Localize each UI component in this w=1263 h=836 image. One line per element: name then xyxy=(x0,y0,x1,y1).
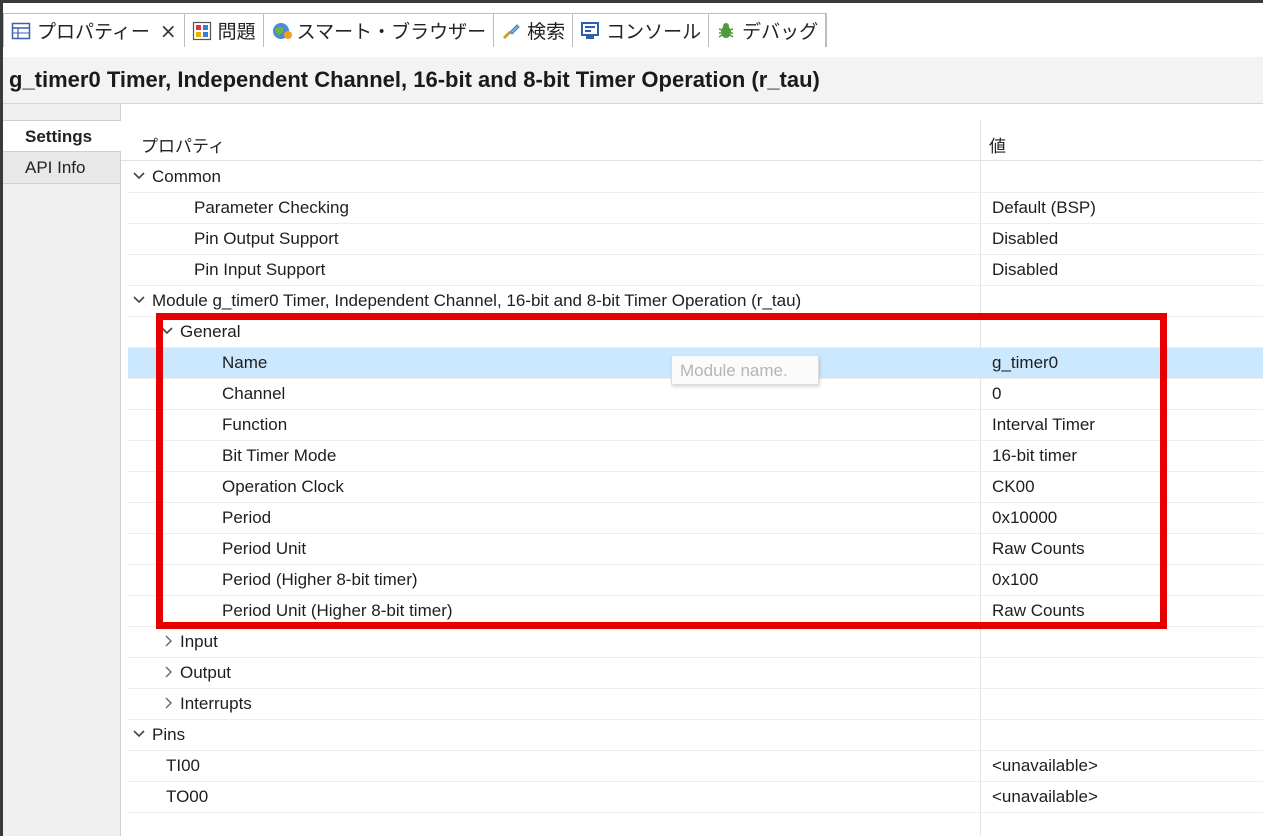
row-label: Pins xyxy=(152,725,186,744)
table-header: プロパティ 値 xyxy=(121,120,1263,161)
row-value: 16-bit timer xyxy=(992,446,1078,465)
row-label: TI00 xyxy=(166,756,201,775)
table-row[interactable]: Output xyxy=(128,658,1263,689)
row-label: Period Unit xyxy=(222,539,307,558)
table-row[interactable]: Period (Higher 8-bit timer) 0x100 xyxy=(128,565,1263,596)
console-icon xyxy=(580,21,600,41)
row-label: Pin Input Support xyxy=(194,260,326,279)
table-row[interactable]: Input xyxy=(128,627,1263,658)
row-label: Name xyxy=(222,353,268,372)
chevron-down-icon[interactable] xyxy=(132,166,146,186)
tab-properties[interactable]: プロパティー × xyxy=(4,14,185,47)
table-row[interactable]: Bit Timer Mode 16-bit timer xyxy=(128,441,1263,472)
row-label: Output xyxy=(180,663,232,682)
row-label: General xyxy=(180,322,241,341)
tab-debug-label: デバッグ xyxy=(742,21,819,43)
row-label: Period (Higher 8-bit timer) xyxy=(222,570,418,589)
table-row[interactable]: Pin Output Support Disabled xyxy=(128,224,1263,255)
chevron-down-icon[interactable] xyxy=(132,290,146,310)
properties-table: プロパティ 値 Common Parameter Checking Defaul… xyxy=(121,120,1263,836)
row-value: 0x100 xyxy=(992,570,1039,589)
page-title-bar: g_timer0 Timer, Independent Channel, 16-… xyxy=(3,57,1263,104)
tab-search-label: 検索 xyxy=(527,21,566,43)
row-value: Default (BSP) xyxy=(992,198,1096,217)
row-label: Period xyxy=(222,508,272,527)
properties-icon xyxy=(11,21,31,41)
row-value: 0x10000 xyxy=(992,508,1058,527)
table-row[interactable]: Module g_timer0 Timer, Independent Chann… xyxy=(128,286,1263,317)
page-title: g_timer0 Timer, Independent Channel, 16-… xyxy=(9,67,820,92)
tab-smart-browser-label: スマート・ブラウザー xyxy=(296,21,487,43)
tooltip: Module name. xyxy=(671,355,819,385)
tab-properties-label: プロパティー xyxy=(37,21,150,43)
tab-problems-label: 問題 xyxy=(217,21,256,43)
table-row[interactable]: Common xyxy=(128,162,1263,193)
tab-console-label: コンソール xyxy=(606,21,702,43)
row-label: Operation Clock xyxy=(222,477,344,496)
chevron-down-icon[interactable] xyxy=(160,321,174,341)
row-value: <unavailable> xyxy=(992,787,1098,806)
row-label: Interrupts xyxy=(180,694,252,713)
debug-icon xyxy=(716,21,736,41)
row-value: Disabled xyxy=(992,229,1059,248)
row-label: Bit Timer Mode xyxy=(222,446,337,465)
table-row[interactable]: Operation Clock CK00 xyxy=(128,472,1263,503)
chevron-down-icon[interactable] xyxy=(132,724,146,744)
chevron-right-icon[interactable] xyxy=(162,631,176,651)
chevron-right-icon[interactable] xyxy=(162,662,176,682)
column-header-property[interactable]: プロパティ xyxy=(141,132,225,157)
close-icon[interactable]: × xyxy=(160,19,177,43)
table-row[interactable]: General xyxy=(128,317,1263,348)
table-row[interactable]: Pins xyxy=(128,720,1263,751)
tab-debug[interactable]: デバッグ xyxy=(709,14,827,47)
row-label: Parameter Checking xyxy=(194,198,349,217)
row-label: Period Unit (Higher 8-bit timer) xyxy=(222,601,453,620)
row-value: Interval Timer xyxy=(992,415,1095,434)
table-row[interactable]: TO00 <unavailable> xyxy=(128,782,1263,813)
row-label: Channel xyxy=(222,384,286,403)
row-value: Raw Counts xyxy=(992,539,1085,558)
table-row[interactable]: Interrupts xyxy=(128,689,1263,720)
row-label: Function xyxy=(222,415,288,434)
tab-smart-browser[interactable]: スマート・ブラウザー xyxy=(264,14,495,47)
tab-search[interactable]: 検索 xyxy=(494,14,574,47)
tab-console[interactable]: コンソール xyxy=(573,14,710,47)
table-row[interactable]: Period Unit (Higher 8-bit timer) Raw Cou… xyxy=(128,596,1263,627)
table-row[interactable]: Period 0x10000 xyxy=(128,503,1263,534)
tab-strip: プロパティー × 問題 スマート・ブラウザー 検索 コンソール デバッグ xyxy=(3,13,828,47)
table-row[interactable]: Function Interval Timer xyxy=(128,410,1263,441)
view-tab-bar: プロパティー × 問題 スマート・ブラウザー 検索 コンソール デバッグ xyxy=(3,3,1263,58)
problems-icon xyxy=(192,21,212,41)
smart-browser-icon xyxy=(271,21,292,41)
row-value: Raw Counts xyxy=(992,601,1085,620)
row-value: CK00 xyxy=(992,477,1035,496)
tab-problems[interactable]: 問題 xyxy=(185,14,264,47)
row-value: <unavailable> xyxy=(992,756,1098,775)
table-row[interactable]: Parameter Checking Default (BSP) xyxy=(128,193,1263,224)
row-label: Pin Output Support xyxy=(194,229,339,248)
chevron-right-icon[interactable] xyxy=(162,693,176,713)
column-header-value[interactable]: 値 xyxy=(989,132,1006,157)
tab-settings[interactable]: Settings xyxy=(3,120,121,152)
table-row[interactable]: TI00 <unavailable> xyxy=(128,751,1263,782)
table-row[interactable]: Pin Input Support Disabled xyxy=(128,255,1263,286)
row-value: Disabled xyxy=(992,260,1059,279)
side-tabs: Settings API Info xyxy=(3,104,121,836)
row-value: g_timer0 xyxy=(992,353,1059,372)
search-icon xyxy=(501,21,521,41)
table-row[interactable]: Period Unit Raw Counts xyxy=(128,534,1263,565)
row-label: TO00 xyxy=(166,787,209,806)
row-label: Common xyxy=(152,167,221,186)
row-label: Module g_timer0 Timer, Independent Chann… xyxy=(152,291,802,310)
row-label: Input xyxy=(180,632,218,651)
row-value: 0 xyxy=(992,384,1002,403)
tab-api-info[interactable]: API Info xyxy=(3,152,120,184)
